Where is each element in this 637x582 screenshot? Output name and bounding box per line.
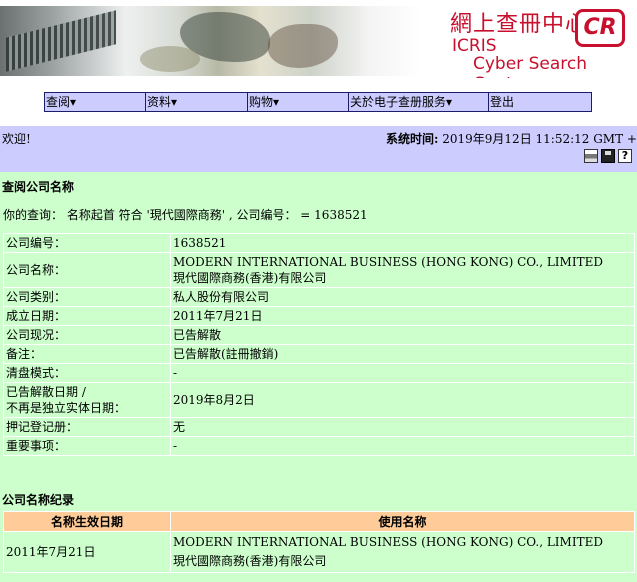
banner: 網上查冊中心 CR ICRIS Cyber Search Centre (0, 0, 637, 78)
menu-about-service[interactable]: 关於电子查册服务▾ (349, 93, 489, 111)
column-header-effective-date: 名称生效日期 (3, 511, 171, 532)
name-en: MODERN INTERNATIONAL BUSINESS (HONG KONG… (173, 535, 603, 549)
company-name-cn: 現代國際商務(香港)有限公司 (173, 271, 327, 285)
table-row: 2011年7月21日 MODERN INTERNATIONAL BUSINESS… (3, 531, 635, 573)
table-row: 公司类别： 私人股份有限公司 (3, 287, 635, 307)
system-time-value: 2019年9月12日 11:52:12 GMT +0800 (442, 132, 637, 146)
welcome-text: 欢迎! (2, 132, 31, 146)
logo-chinese-title: 網上查冊中心 (450, 12, 589, 37)
table-row: 重要事项： - (3, 436, 635, 456)
field-value: 1638521 (170, 233, 635, 253)
table-row: 备注： 已告解散(註冊撤銷) (3, 344, 635, 364)
menu-search[interactable]: 查阅▾ (45, 93, 146, 111)
main-menu: 查阅▾ 资料▾ 购物▾ 关於电子查册服务▾ 登出 (44, 92, 592, 112)
effective-date: 2011年7月21日 (3, 531, 171, 573)
logo-tagline: Cyber Search Centre (473, 54, 587, 78)
name-cn: 現代國際商務(香港)有限公司 (173, 554, 327, 568)
page-title: 查阅公司名称 (2, 180, 75, 194)
welcome-bar: 欢迎! 系统时间: 2019年9月12日 11:52:12 GMT +0800 (0, 126, 637, 172)
company-info-table: 公司编号： 1638521 公司名称： MODERN INTERNATIONAL B… (3, 233, 635, 456)
map-image (140, 46, 200, 72)
field-label: 押记登记册： (3, 417, 171, 437)
name-used: MODERN INTERNATIONAL BUSINESS (HONG KONG… (170, 531, 635, 573)
query-summary: 你的查询： 名称起首 符合 '現代國際商務' , 公司编号： = 1638521 (3, 208, 368, 222)
cr-logo: CR (575, 9, 625, 47)
field-label-line1: 已告解散日期 / (6, 385, 86, 399)
field-value: 2019年8月2日 (170, 382, 635, 418)
table-row: 公司名称： MODERN INTERNATIONAL BUSINESS (HONG… (3, 252, 635, 288)
table-row: 公司现况： 已告解散 (3, 325, 635, 345)
field-label: 公司名称： (3, 252, 171, 288)
field-label: 备注： (3, 344, 171, 364)
field-label: 公司编号： (3, 233, 171, 253)
field-label: 公司类别： (3, 287, 171, 307)
ferry-image (6, 10, 116, 72)
column-header-name-used: 使用名称 (170, 511, 635, 532)
toolbar-icons: ? (584, 149, 632, 163)
field-label: 清盘模式： (3, 363, 171, 383)
table-row: 已告解散日期 / 不再是独立实体日期： 2019年8月2日 (3, 382, 635, 418)
field-label: 重要事项： (3, 436, 171, 456)
field-value: - (170, 363, 635, 383)
name-history-table: 名称生效日期 使用名称 2011年7月21日 MODERN INTERNATIO… (3, 511, 635, 573)
system-time: 系统时间: 2019年9月12日 11:52:12 GMT +0800 (386, 130, 637, 147)
map-image (268, 24, 338, 68)
table-row: 公司编号： 1638521 (3, 233, 635, 253)
field-value: MODERN INTERNATIONAL BUSINESS (HONG KONG… (170, 252, 635, 288)
field-label-line2: 不再是独立实体日期： (6, 401, 127, 415)
table-row: 清盘模式： - (3, 363, 635, 383)
table-row: 押记登记册：无 (3, 417, 635, 437)
menu-logout[interactable]: 登出 (489, 93, 591, 111)
field-value: 2011年7月21日 (170, 306, 635, 326)
logo-icris: ICRIS (452, 36, 497, 56)
field-value: - (170, 436, 635, 456)
field-label: 已告解散日期 / 不再是独立实体日期： (3, 382, 171, 418)
system-time-label: 系统时间: (386, 132, 439, 146)
help-icon[interactable]: ? (618, 149, 632, 163)
table-header-row: 名称生效日期 使用名称 (3, 511, 635, 532)
banner-photo (0, 6, 420, 76)
field-value: 已告解散(註冊撤銷) (170, 344, 635, 364)
menu-information[interactable]: 资料▾ (146, 93, 248, 111)
field-label: 成立日期： (3, 306, 171, 326)
field-value: 已告解散 (170, 325, 635, 345)
menu-shopping[interactable]: 购物▾ (248, 93, 349, 111)
field-value: 无 (170, 417, 635, 437)
section-title-name-history: 公司名称纪录 (2, 493, 75, 507)
field-value: 私人股份有限公司 (170, 287, 635, 307)
save-icon[interactable] (601, 149, 615, 163)
print-icon[interactable] (584, 149, 598, 163)
main-content: 查阅公司名称 你的查询： 名称起首 符合 '現代國際商務' , 公司编号： = … (0, 172, 637, 582)
field-label: 公司现况： (3, 325, 171, 345)
company-name-en: MODERN INTERNATIONAL BUSINESS (HONG KONG… (173, 255, 603, 269)
table-row: 成立日期： 2011年7月21日 (3, 306, 635, 326)
